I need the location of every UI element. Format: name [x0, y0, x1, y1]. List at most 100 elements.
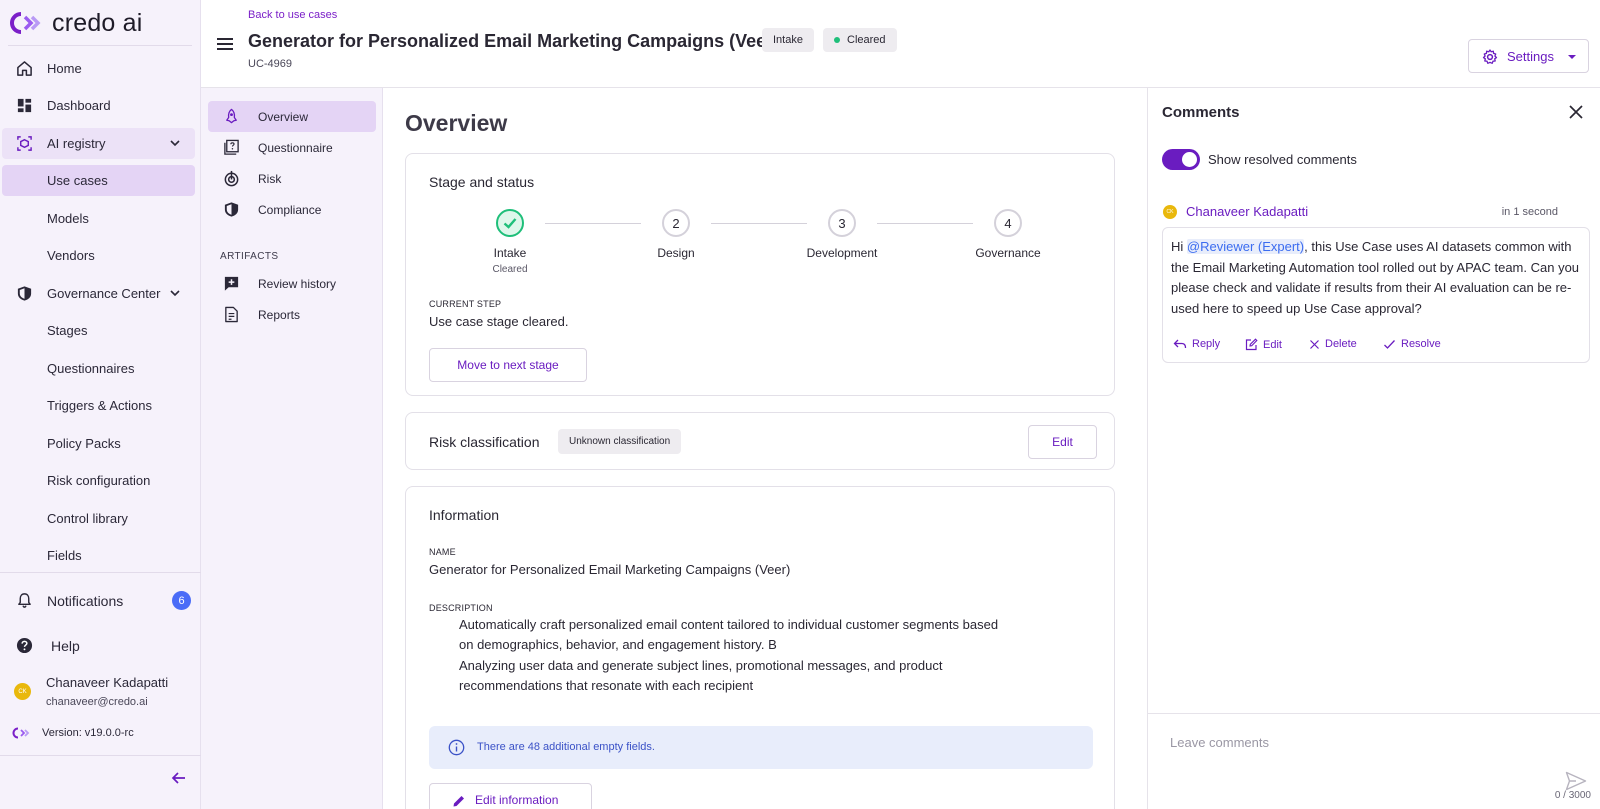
credo-logo-icon — [10, 12, 41, 34]
move-to-next-stage-button[interactable]: Move to next stage — [429, 348, 587, 382]
show-resolved-toggle[interactable] — [1162, 149, 1200, 170]
collapse-sidebar-icon[interactable] — [170, 769, 188, 787]
sidebar-item-help[interactable]: Help — [2, 630, 195, 661]
stage-chip: Intake — [762, 28, 814, 52]
comment-body: Hi @Reviewer (Expert), this Use Case use… — [1171, 237, 1581, 319]
tab-compliance[interactable]: Compliance — [208, 194, 376, 225]
stage-step-governance[interactable]: 4 Governance — [968, 209, 1048, 260]
sidebar-item-label: Risk configuration — [47, 473, 151, 488]
report-icon — [225, 306, 238, 323]
sidebar-item-home[interactable]: Home — [2, 53, 195, 84]
card-title: Risk classification — [429, 434, 540, 450]
sidebar-item-label: Control library — [47, 511, 128, 526]
card-title: Information — [429, 507, 500, 523]
sidebar-item-notifications[interactable]: Notifications 6 — [2, 585, 195, 616]
back-to-use-cases-link[interactable]: Back to use cases — [248, 9, 337, 21]
bell-icon — [18, 593, 31, 608]
sidebar-item-policy-packs[interactable]: Policy Packs — [2, 428, 195, 459]
sidebar-item-risk-configuration[interactable]: Risk configuration — [2, 465, 195, 496]
sidebar-item-use-cases[interactable]: Use cases — [2, 165, 195, 196]
tab-questionnaire[interactable]: Questionnaire — [208, 132, 376, 163]
user-profile[interactable]: CK Chanaveer Kadapatti chanaveer@credo.a… — [0, 672, 201, 712]
sidebar-item-label: Policy Packs — [47, 436, 121, 451]
reply-icon — [1173, 339, 1187, 349]
comment-text: Hi — [1171, 239, 1187, 254]
stage-chip-label: Intake — [773, 34, 803, 46]
sidebar-item-models[interactable]: Models — [2, 203, 195, 234]
mention-tag[interactable]: @Reviewer (Expert) — [1186, 239, 1305, 254]
tab-review-history[interactable]: Review history — [208, 268, 376, 299]
character-count: 0 / 3000 — [1554, 790, 1591, 801]
menu-icon[interactable] — [215, 36, 235, 52]
name-value: Generator for Personalized Email Marketi… — [429, 562, 791, 577]
sidebar-item-label: Dashboard — [47, 98, 111, 113]
info-icon — [448, 739, 465, 756]
edit-comment-button[interactable]: Edit — [1245, 338, 1282, 351]
send-icon[interactable] — [1565, 771, 1587, 791]
sidebar-item-vendors[interactable]: Vendors — [2, 240, 195, 271]
credo-small-logo-icon — [12, 727, 30, 739]
caret-down-icon — [1568, 55, 1576, 59]
card-title: Stage and status — [429, 174, 535, 190]
tab-label: Reports — [258, 307, 301, 322]
use-case-id: UC-4969 — [248, 58, 293, 70]
check-icon — [1384, 339, 1395, 349]
stage-step-development[interactable]: 3 Development — [802, 209, 882, 260]
sidebar-item-control-library[interactable]: Control library — [2, 503, 195, 534]
reply-button[interactable]: Reply — [1173, 338, 1220, 350]
status-badge-label: Cleared — [847, 34, 886, 46]
sidebar-item-questionnaires[interactable]: Questionnaires — [2, 353, 195, 384]
sidebar-item-label: AI registry — [47, 136, 106, 151]
comments-title: Comments — [1162, 104, 1240, 121]
toggle-knob — [1182, 152, 1197, 167]
gear-icon — [1482, 49, 1498, 64]
description-line: on demographics, behavior, and engagemen… — [459, 637, 777, 652]
step-connector — [545, 223, 641, 224]
overview-main: Overview Stage and status Intake Cleared… — [383, 88, 1147, 809]
settings-button[interactable]: Settings — [1468, 39, 1589, 73]
edit-icon — [1245, 338, 1258, 351]
credo-logo[interactable]: credo ai — [8, 8, 143, 38]
dashboard-icon — [17, 98, 32, 113]
use-case-nav: Overview Questionnaire Risk Compliance A… — [201, 88, 383, 809]
sidebar-item-fields[interactable]: Fields — [2, 540, 195, 571]
tab-reports[interactable]: Reports — [208, 299, 376, 330]
sidebar-item-triggers-actions[interactable]: Triggers & Actions — [2, 390, 195, 421]
logo-divider — [8, 45, 192, 46]
name-label: NAME — [429, 547, 456, 557]
reply-label: Reply — [1192, 338, 1221, 350]
resolve-label: Resolve — [1401, 338, 1441, 350]
show-resolved-label: Show resolved comments — [1208, 152, 1357, 167]
edit-information-button[interactable]: Edit information — [429, 783, 592, 809]
close-icon[interactable] — [1568, 104, 1584, 120]
comment-input[interactable]: Leave comments — [1170, 735, 1269, 750]
resolve-comment-button[interactable]: Resolve — [1383, 338, 1441, 350]
user-email: chanaveer@credo.ai — [46, 696, 148, 708]
tab-label: Review history — [258, 276, 337, 291]
stage-step-design[interactable]: 2 Design — [636, 209, 716, 260]
tab-overview[interactable]: Overview — [208, 101, 376, 132]
sidebar-item-label: Questionnaires — [47, 361, 135, 376]
comment-input-area: Leave comments 0 / 3000 — [1148, 713, 1600, 809]
sidebar-item-label: Triggers & Actions — [47, 398, 153, 413]
risk-classification-card: Risk classification Unknown classificati… — [405, 412, 1115, 470]
tab-risk[interactable]: Risk — [208, 163, 376, 194]
description-line: Analyzing user data and generate subject… — [459, 658, 943, 673]
sidebar-item-ai-registry[interactable]: AI registry — [2, 128, 195, 159]
stage-step-intake[interactable]: Intake Cleared — [470, 209, 550, 275]
edit-information-label: Edit information — [475, 793, 559, 807]
version-info: Version: v19.0.0-rc — [12, 727, 134, 739]
comment-author[interactable]: Chanaveer Kadapatti — [1186, 204, 1308, 219]
x-icon — [1310, 339, 1319, 349]
sidebar-item-governance-center[interactable]: Governance Center — [2, 278, 195, 309]
settings-label: Settings — [1507, 48, 1554, 64]
edit-risk-button[interactable]: Edit — [1028, 425, 1097, 459]
status-badge: Cleared — [823, 28, 897, 52]
sidebar-item-stages[interactable]: Stages — [2, 315, 195, 346]
avatar: CK — [1163, 205, 1177, 219]
sidebar-item-dashboard[interactable]: Dashboard — [2, 90, 195, 121]
shield-icon — [17, 286, 32, 301]
delete-comment-button[interactable]: Delete — [1309, 338, 1357, 350]
artifacts-section-header: ARTIFACTS — [220, 251, 279, 262]
sidebar-item-label: Home — [47, 61, 82, 76]
